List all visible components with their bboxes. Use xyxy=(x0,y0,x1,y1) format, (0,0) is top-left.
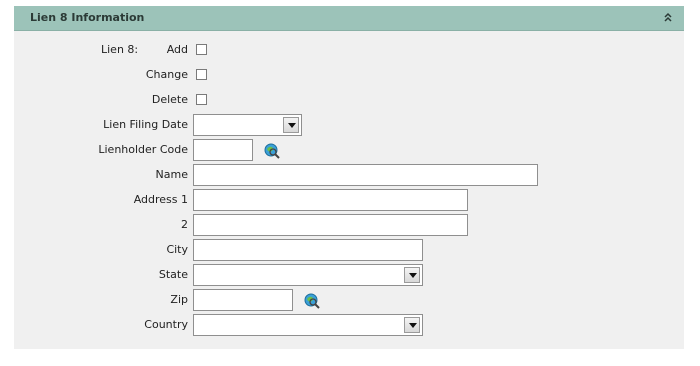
change-checkbox[interactable] xyxy=(196,69,207,80)
lienholder-lookup-icon[interactable] xyxy=(264,143,280,159)
country-select[interactable] xyxy=(193,314,423,336)
panel-header: Lien 8 Information xyxy=(14,6,684,31)
lien-filing-date-label: Lien Filing Date xyxy=(103,118,188,131)
address1-label: Address 1 xyxy=(133,193,188,206)
zip-lookup-icon[interactable] xyxy=(304,293,320,309)
chevron-down-icon[interactable] xyxy=(404,267,420,283)
name-label: Name xyxy=(155,168,188,181)
name-input[interactable] xyxy=(193,164,538,186)
collapse-icon[interactable] xyxy=(662,11,674,25)
lien-filing-date-select[interactable] xyxy=(193,114,302,136)
chevron-down-icon[interactable] xyxy=(404,317,420,333)
zip-input[interactable] xyxy=(193,289,293,311)
lien-label: Lien 8: xyxy=(101,43,139,56)
delete-label: Delete xyxy=(151,93,188,106)
address1-input[interactable] xyxy=(193,189,468,211)
lienholder-code-label: Lienholder Code xyxy=(98,143,188,156)
zip-label: Zip xyxy=(170,293,188,306)
state-label: State xyxy=(158,268,188,281)
city-label: City xyxy=(166,243,188,256)
address2-label: 2 xyxy=(181,218,188,231)
add-label: Add xyxy=(166,43,188,56)
panel-title: Lien 8 Information xyxy=(30,11,145,24)
add-checkbox[interactable] xyxy=(196,44,207,55)
city-input[interactable] xyxy=(193,239,423,261)
change-label: Change xyxy=(145,68,188,81)
delete-checkbox[interactable] xyxy=(196,94,207,105)
lienholder-code-input[interactable] xyxy=(193,139,253,161)
state-select[interactable] xyxy=(193,264,423,286)
chevron-down-icon[interactable] xyxy=(283,117,299,133)
lien-8-panel: Lien 8 Information Lien 8: Add Change De… xyxy=(14,6,684,349)
country-label: Country xyxy=(144,318,188,331)
address2-input[interactable] xyxy=(193,214,468,236)
